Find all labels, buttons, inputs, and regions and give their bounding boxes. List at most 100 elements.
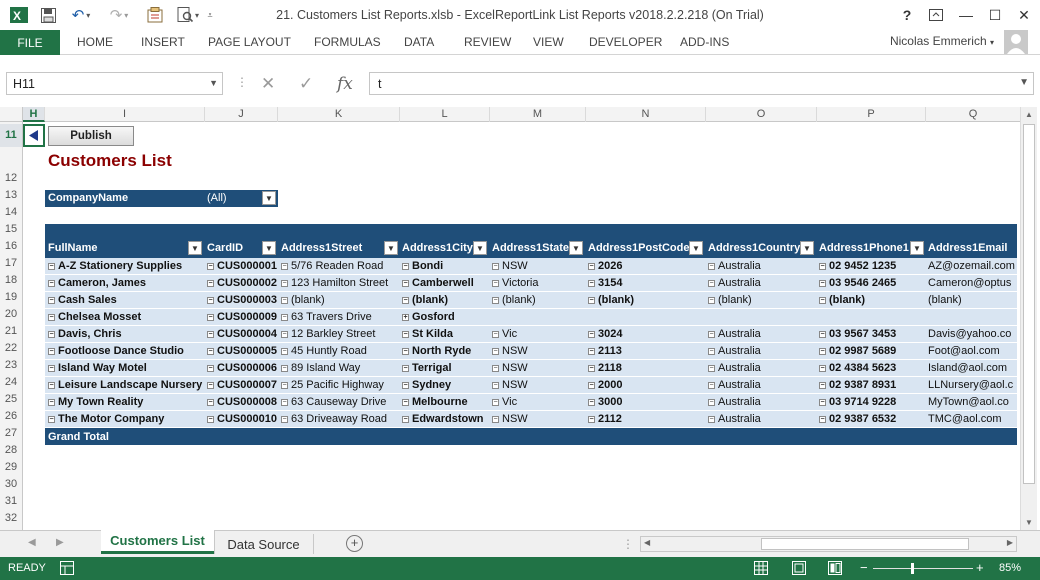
collapse-icon[interactable]: − [492, 348, 499, 355]
collapse-icon[interactable]: − [708, 280, 715, 287]
collapse-icon[interactable]: − [492, 399, 499, 406]
collapse-icon[interactable]: − [492, 365, 499, 372]
cell-email[interactable]: TMC@aol.com [928, 413, 1017, 425]
collapse-icon[interactable]: − [207, 331, 214, 338]
cell-state[interactable]: − (blank) [492, 294, 586, 306]
cell-street[interactable]: −12 Barkley Street [281, 328, 399, 340]
collapse-icon[interactable]: − [588, 416, 595, 423]
formula-input[interactable]: t ▼ [369, 72, 1034, 95]
cell-city[interactable]: − Edwardstown [402, 413, 490, 425]
row-header[interactable]: 20 [0, 308, 22, 320]
collapse-icon[interactable]: − [207, 348, 214, 355]
cell-cardid[interactable]: − CUS000002 [207, 277, 279, 289]
collapse-icon[interactable]: − [402, 365, 409, 372]
chevron-down-icon[interactable]: ▼ [209, 78, 218, 88]
cell-country[interactable]: − Australia [708, 413, 817, 425]
cell-street[interactable]: −63 Driveaway Road [281, 413, 399, 425]
collapse-icon[interactable]: − [819, 416, 826, 423]
active-cell-h11[interactable] [23, 124, 45, 147]
collapse-icon[interactable]: − [402, 348, 409, 355]
user-name[interactable]: Nicolas Emmerich ▾ [890, 34, 994, 48]
collapse-icon[interactable]: − [207, 399, 214, 406]
zoom-slider[interactable] [873, 563, 973, 574]
cell-email[interactable]: MyTown@aol.co [928, 396, 1017, 408]
row-header[interactable]: 15 [0, 223, 22, 235]
expand-icon[interactable]: + [402, 314, 409, 321]
collapse-icon[interactable]: − [207, 280, 214, 287]
cell-postcode[interactable]: −2112 [588, 413, 706, 425]
column-header-k[interactable]: K [278, 107, 400, 122]
macro-record-icon[interactable] [60, 561, 74, 578]
cell-city[interactable]: − Bondi [402, 260, 490, 272]
collapse-icon[interactable]: − [492, 331, 499, 338]
column-header-n[interactable]: N [586, 107, 706, 122]
cell-street[interactable]: −63 Causeway Drive [281, 396, 399, 408]
cell-street[interactable]: −89 Island Way [281, 362, 399, 374]
row-header[interactable]: 14 [0, 206, 22, 218]
collapse-icon[interactable]: − [48, 416, 55, 423]
collapse-icon[interactable]: − [708, 348, 715, 355]
column-header-i[interactable]: I [45, 107, 205, 122]
collapse-icon[interactable]: − [819, 280, 826, 287]
collapse-icon[interactable]: − [402, 297, 409, 304]
cell-state[interactable]: − NSW [492, 345, 586, 357]
cell-fullname[interactable]: − Footloose Dance Studio [48, 345, 203, 357]
collapse-icon[interactable]: − [281, 314, 288, 321]
collapse-icon[interactable]: − [819, 331, 826, 338]
row-header[interactable]: 27 [0, 427, 22, 439]
tab-developer[interactable]: DEVELOPER [589, 35, 662, 49]
collapse-icon[interactable]: − [588, 399, 595, 406]
sort-filter-icon[interactable]: ▼ [188, 241, 202, 255]
cell-country[interactable]: − Australia [708, 345, 817, 357]
collapse-icon[interactable]: − [48, 365, 55, 372]
collapse-icon[interactable]: − [402, 416, 409, 423]
filter-dropdown-icon[interactable]: ▼ [689, 241, 703, 255]
cell-street[interactable]: −123 Hamilton Street [281, 277, 399, 289]
row-header[interactable]: 31 [0, 495, 22, 507]
cell-country[interactable]: − Australia [708, 260, 817, 272]
collapse-icon[interactable]: − [207, 297, 214, 304]
collapse-icon[interactable]: − [708, 416, 715, 423]
collapse-icon[interactable]: − [402, 263, 409, 270]
row-header[interactable]: 32 [0, 512, 22, 524]
cell-state[interactable]: − Vic [492, 328, 586, 340]
tab-formulas[interactable]: FORMULAS [314, 35, 381, 49]
maximize-button[interactable]: ☐ [982, 4, 1008, 26]
collapse-icon[interactable]: − [492, 382, 499, 389]
ribbon-display-button[interactable] [923, 4, 949, 26]
cell-country[interactable]: − Australia [708, 328, 817, 340]
cell-fullname[interactable]: − Chelsea Mosset [48, 311, 203, 323]
scroll-up-icon[interactable]: ▲ [1025, 110, 1033, 119]
collapse-icon[interactable]: − [708, 365, 715, 372]
zoom-level[interactable]: 85% [999, 562, 1021, 574]
enter-icon[interactable]: ✓ [299, 74, 313, 94]
collapse-icon[interactable]: − [48, 382, 55, 389]
add-sheet-button[interactable]: + [346, 535, 363, 552]
cell-postcode[interactable]: − (blank) [588, 294, 706, 306]
collapse-icon[interactable]: − [281, 348, 288, 355]
cell-phone[interactable]: −02 9387 8931 [819, 379, 926, 391]
cell-postcode[interactable]: −3024 [588, 328, 706, 340]
collapse-icon[interactable]: − [819, 348, 826, 355]
collapse-icon[interactable]: − [708, 399, 715, 406]
row-header[interactable]: 17 [0, 257, 22, 269]
column-header-o[interactable]: O [706, 107, 817, 122]
tab-file[interactable]: FILE [0, 30, 60, 55]
row-header[interactable]: 16 [0, 240, 22, 252]
vertical-scroll-thumb[interactable] [1023, 124, 1035, 484]
cell-country[interactable]: − Australia [708, 396, 817, 408]
collapse-icon[interactable]: − [281, 416, 288, 423]
collapse-icon[interactable]: − [281, 263, 288, 270]
collapse-icon[interactable]: − [48, 331, 55, 338]
tab-insert[interactable]: INSERT [141, 35, 185, 49]
cell-email[interactable]: Foot@aol.com [928, 345, 1017, 357]
cell-cardid[interactable]: − CUS000010 [207, 413, 279, 425]
cell-cardid[interactable]: − CUS000007 [207, 379, 279, 391]
cell-country[interactable]: − Australia [708, 277, 817, 289]
collapse-icon[interactable]: − [492, 297, 499, 304]
collapse-icon[interactable]: − [588, 365, 595, 372]
publish-button[interactable]: Publish [48, 126, 134, 146]
collapse-icon[interactable]: − [588, 297, 595, 304]
cell-cardid[interactable]: − CUS000004 [207, 328, 279, 340]
table-row[interactable]: − Cash Sales − CUS000003− (blank) − (blank) − (b… [45, 292, 1017, 309]
